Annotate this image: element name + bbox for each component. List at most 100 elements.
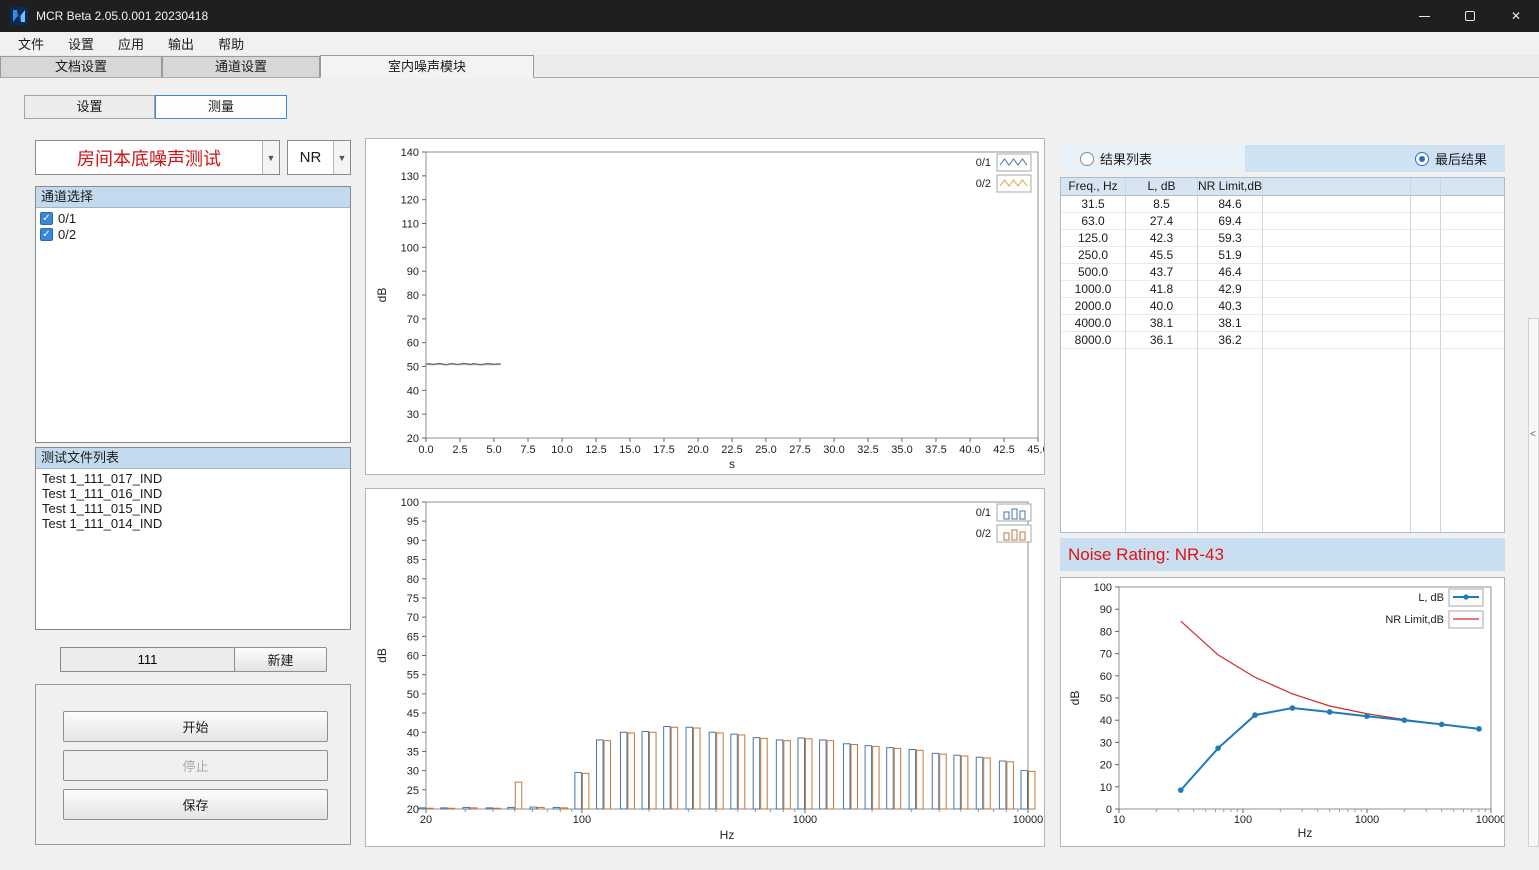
channel-item[interactable]: 0/1 <box>36 210 350 226</box>
menu-item-application[interactable]: 应用 <box>106 32 156 55</box>
table-row: 8000.036.136.2 <box>1061 332 1504 349</box>
table-cell-empty <box>1411 468 1441 485</box>
tab-channel-settings[interactable]: 通道设置 <box>162 56 320 77</box>
svg-text:0/2: 0/2 <box>976 178 991 190</box>
menu-item-file[interactable]: 文件 <box>6 32 56 55</box>
table-row: 1000.041.842.9 <box>1061 281 1504 298</box>
minimize-button[interactable] <box>1401 0 1447 32</box>
svg-text:40: 40 <box>407 727 419 739</box>
table-cell-empty <box>1411 502 1441 519</box>
chevron-down-icon[interactable]: ▼ <box>333 141 350 174</box>
collapse-panel-handle[interactable]: < <box>1528 318 1539 847</box>
file-name-input[interactable] <box>60 647 235 672</box>
svg-text:30: 30 <box>1100 737 1112 749</box>
radio-last-result[interactable]: 最后结果 <box>1245 145 1505 172</box>
checkbox-checked-icon[interactable] <box>40 212 53 225</box>
svg-text:0: 0 <box>1106 804 1112 816</box>
table-cell: 500.0 <box>1061 264 1126 281</box>
table-cell-empty <box>1441 332 1504 349</box>
svg-text:1000: 1000 <box>793 814 817 826</box>
table-cell-empty <box>1441 298 1504 315</box>
file-list-item[interactable]: Test 1_111_017_IND <box>36 471 350 486</box>
channel-select-header: 通道选择 <box>36 187 350 208</box>
file-list-item[interactable]: Test 1_111_014_IND <box>36 516 350 531</box>
radio-result-list[interactable]: 结果列表 <box>1060 145 1245 172</box>
svg-text:20.0: 20.0 <box>687 444 708 456</box>
close-icon: ✕ <box>1511 9 1521 23</box>
table-row: 4000.038.138.1 <box>1061 315 1504 332</box>
close-button[interactable]: ✕ <box>1493 0 1539 32</box>
subtab-settings[interactable]: 设置 <box>24 95 155 119</box>
table-cell-empty <box>1263 332 1411 349</box>
stop-button[interactable]: 停止 <box>63 750 328 781</box>
table-cell-empty <box>1263 298 1411 315</box>
svg-text:30: 30 <box>407 766 419 778</box>
table-cell-empty <box>1411 383 1441 400</box>
svg-text:45: 45 <box>407 708 419 720</box>
subtab-measure[interactable]: 测量 <box>155 95 287 119</box>
channel-label: 0/2 <box>58 227 76 242</box>
channel-list[interactable]: 0/10/2 <box>36 208 350 242</box>
table-empty-row <box>1061 502 1504 519</box>
table-cell: 31.5 <box>1061 196 1126 213</box>
svg-text:2.5: 2.5 <box>452 444 467 456</box>
table-cell-empty <box>1263 178 1411 196</box>
table-cell-empty <box>1263 519 1411 533</box>
curve-type-select[interactable]: NR ▼ <box>287 140 351 175</box>
table-row: 125.042.359.3 <box>1061 230 1504 247</box>
table-empty-row <box>1061 366 1504 383</box>
table-cell: 40.0 <box>1126 298 1198 315</box>
svg-text:dB: dB <box>1068 691 1082 706</box>
tab-doc-settings[interactable]: 文档设置 <box>0 56 162 77</box>
table-cell-empty <box>1441 349 1504 366</box>
svg-text:0/1: 0/1 <box>976 157 991 169</box>
svg-text:30: 30 <box>407 409 419 421</box>
channel-item[interactable]: 0/2 <box>36 226 350 242</box>
table-row: 2000.040.040.3 <box>1061 298 1504 315</box>
table-cell: NR Limit,dB <box>1198 178 1263 196</box>
table-cell: 43.7 <box>1126 264 1198 281</box>
table-cell: 4000.0 <box>1061 315 1126 332</box>
table-cell <box>1126 434 1198 451</box>
svg-text:40: 40 <box>407 385 419 397</box>
table-cell <box>1061 417 1126 434</box>
svg-text:0/2: 0/2 <box>976 528 991 540</box>
test-file-list[interactable]: Test 1_111_017_INDTest 1_111_016_INDTest… <box>36 469 350 531</box>
tab-room-noise-module[interactable]: 室内噪声模块 <box>320 55 534 78</box>
menu-item-output[interactable]: 输出 <box>156 32 206 55</box>
menu-item-settings[interactable]: 设置 <box>56 32 106 55</box>
svg-text:130: 130 <box>401 171 419 183</box>
radio-selected-icon <box>1415 152 1429 166</box>
table-cell: 45.5 <box>1126 247 1198 264</box>
test-type-select[interactable]: 房间本底噪声测试 ▼ <box>35 140 280 175</box>
svg-text:dB: dB <box>375 648 389 663</box>
table-cell-empty <box>1441 196 1504 213</box>
table-cell <box>1061 349 1126 366</box>
svg-text:10: 10 <box>1113 814 1125 826</box>
table-cell-empty <box>1411 417 1441 434</box>
checkbox-checked-icon[interactable] <box>40 228 53 241</box>
table-cell <box>1198 366 1263 383</box>
table-cell-empty <box>1441 281 1504 298</box>
table-cell: 41.8 <box>1126 281 1198 298</box>
menu-item-help[interactable]: 帮助 <box>206 32 256 55</box>
file-list-item[interactable]: Test 1_111_015_IND <box>36 501 350 516</box>
svg-text:22.5: 22.5 <box>721 444 742 456</box>
start-button[interactable]: 开始 <box>63 711 328 742</box>
window-title: MCR Beta 2.05.0.001 20230418 <box>36 9 208 23</box>
file-list-item[interactable]: Test 1_111_016_IND <box>36 486 350 501</box>
table-cell-empty <box>1411 519 1441 533</box>
table-cell <box>1061 434 1126 451</box>
svg-text:65: 65 <box>407 631 419 643</box>
table-cell-empty <box>1411 434 1441 451</box>
table-cell <box>1126 349 1198 366</box>
table-cell-empty <box>1411 366 1441 383</box>
table-empty-row <box>1061 349 1504 366</box>
chevron-down-icon[interactable]: ▼ <box>262 141 279 174</box>
svg-text:37.5: 37.5 <box>925 444 946 456</box>
table-cell-empty <box>1263 247 1411 264</box>
maximize-button[interactable] <box>1447 0 1493 32</box>
table-cell <box>1126 383 1198 400</box>
new-file-button[interactable]: 新建 <box>234 647 327 672</box>
save-button[interactable]: 保存 <box>63 789 328 820</box>
